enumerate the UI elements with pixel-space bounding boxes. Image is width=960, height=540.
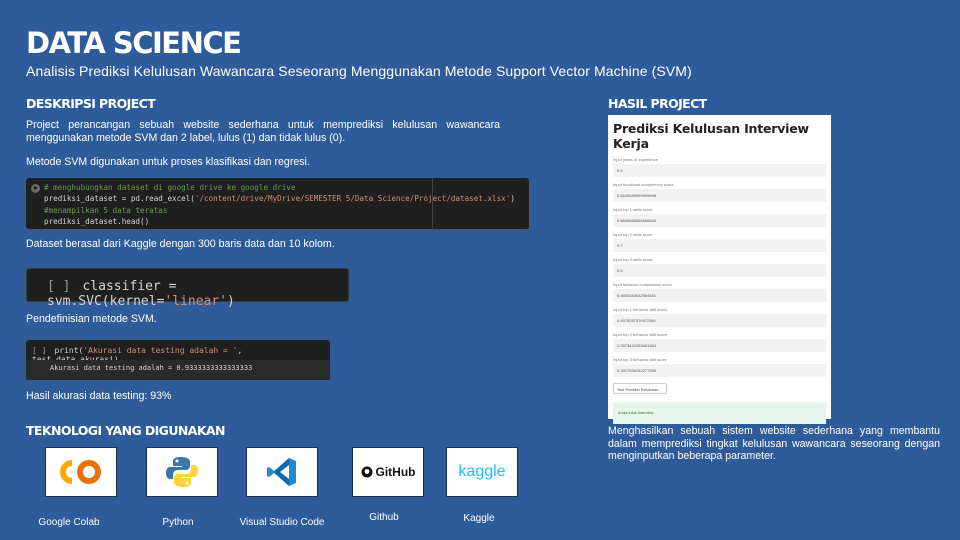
accuracy-caption: Hasil akurasi data testing: 93% [26,390,172,402]
svm-caption: Pendefinisian metode SVM. [26,313,157,325]
field-input[interactable]: 0.3917595252277358 [613,364,826,377]
cell-bracket[interactable]: [ ] [47,279,70,294]
field-input[interactable]: 0.4653284632584541 [613,289,826,302]
field-input[interactable]: 0.4 [613,164,826,177]
field-label: Input functional competency score [613,182,674,187]
result-heading: HASIL PROJECT [608,96,707,111]
tech-heading: TEKNOLOGI YANG DIGUNAKAN [26,423,225,438]
prediction-result: Anda lulus interview [613,402,826,424]
field-label: Input top 1 behavior skill score [613,307,668,312]
field-input[interactable]: 0.5 [613,264,826,277]
field-label: Input top 3 behavior skill score [613,357,668,362]
description-heading: DESKRIPSI PROJECT [26,96,156,111]
result-description: Menghasilkan sebuah sistem website seder… [608,425,940,462]
page-subtitle: Analisis Prediksi Kelulusan Wawancara Se… [26,63,692,79]
field-input[interactable]: 0.3573442253681384 [613,339,826,352]
code-cell-classifier: [ ] classifier = svm.SVC(kernel='linear') [26,268,349,309]
svm-paragraph: Metode SVM digunakan untuk proses klasif… [26,156,310,168]
field-label: Input years of experience [613,157,658,162]
dataset-caption: Dataset berasal dari Kaggle dengan 300 b… [26,238,335,250]
code-cell-dataset: # menghubungkan dataset di google drive … [26,178,529,230]
python-logo-icon [146,447,218,497]
run-cell-icon[interactable] [31,184,40,193]
github-logo-text: GitHub [375,465,416,479]
field-label: Input top 2 skills score [613,232,653,237]
field-label: Input top 2 behavior skill score [613,332,668,337]
tech-label-colab: Google Colab [38,517,100,528]
field-input[interactable]: 0.6625599999999998 [613,189,826,202]
panel-title: Prediksi Kelulusan Interview Kerja [613,121,809,151]
kaggle-logo-icon: kaggle [446,447,518,497]
google-colab-logo-icon [45,447,117,497]
field-input[interactable]: 0.4978287376972361 [613,314,826,327]
vscode-logo-icon [246,447,318,497]
field-label: Input top 3 skills score [613,257,653,262]
code-line: prediksi_dataset.head() [44,216,150,226]
field-label: Input behavior competency score [613,282,672,287]
cell-bracket[interactable]: [ ] [32,346,46,355]
page-title: DATA SCIENCE [26,26,242,60]
code-cell-accuracy: [ ] print('Akurasi data testing adalah = … [26,340,330,380]
code-line: prediksi_dataset = pd.read_excel('/conte… [44,194,515,204]
field-input[interactable]: 0.6666666666666666 [613,214,826,227]
code-comment: # menghubungkan dataset di google drive … [44,183,296,192]
code-comment: #menampilkan 5 data teratas [44,205,168,215]
field-input[interactable]: 0.7 [613,239,826,252]
tech-label-kaggle: Kaggle [463,513,495,524]
field-label: Input top 1 skills score [613,207,653,212]
cell-output: Akurasi data testing adalah = 0.93333333… [26,360,330,380]
description-paragraph: Project perancangan sebuah website seder… [26,119,500,144]
kaggle-logo-text: kaggle [458,463,506,480]
github-logo-icon: GitHub [352,447,424,497]
test-prediction-button[interactable]: Test Prediksi Kelulusan [613,383,667,394]
tech-label-python: Python [162,517,194,528]
result-screenshot-panel: Prediksi Kelulusan Interview Kerja Input… [608,115,831,424]
